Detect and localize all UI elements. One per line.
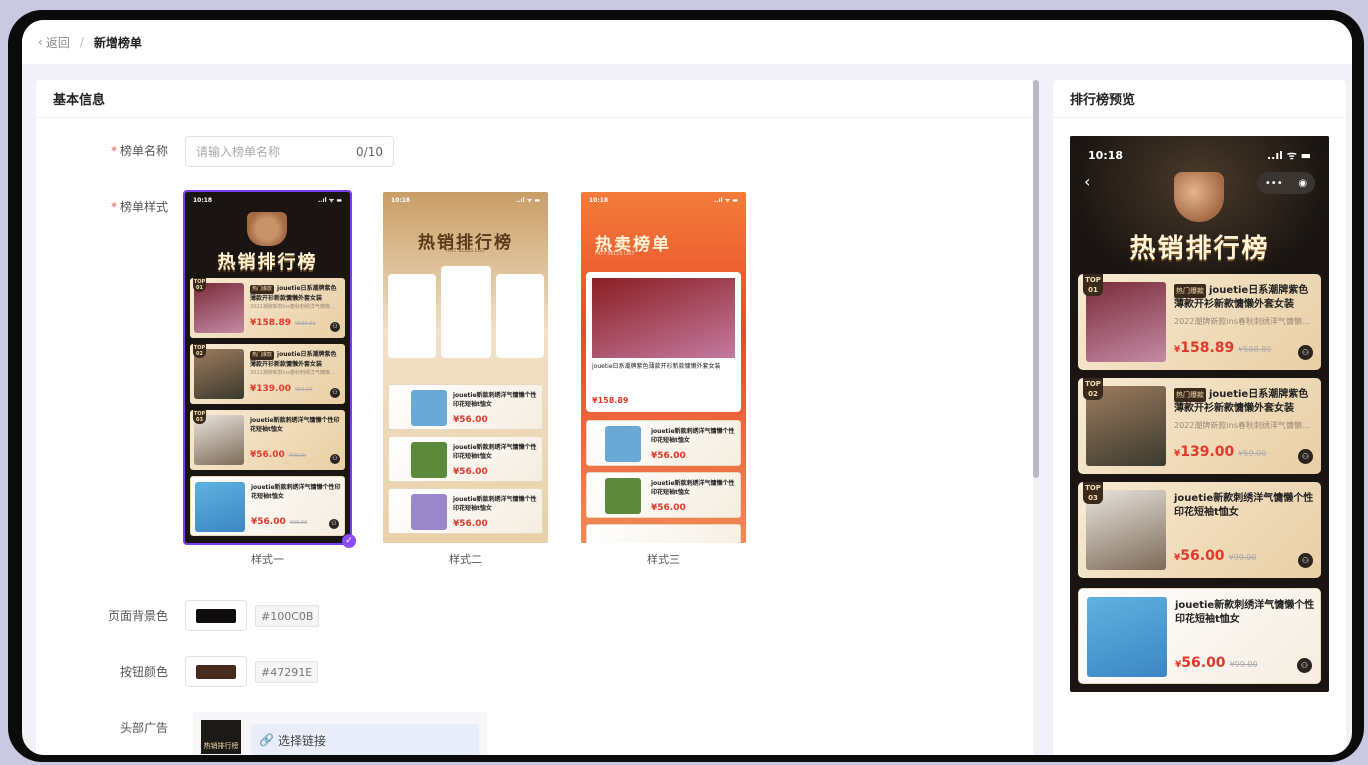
cart-icon[interactable]: ⚇ [1298,449,1313,464]
thumb-subtitle: HOT SELLS LIST [595,251,635,257]
more-icon: ••• [1264,177,1283,189]
rank-card-3[interactable]: TOP 03 jouetie新款刺绣洋气慵懒个性印花短袖t恤女 ¥56.00 ¥99.… [1078,482,1321,578]
button-color-picker[interactable] [185,656,247,687]
mini-card: jouetie新款刺绣洋气慵懒个性印花短袖t恤女 ¥56.00 ¥99.00 ⚇ [190,476,345,536]
bg-color-picker[interactable] [185,600,247,631]
mini-card: jouetie新款刺绣洋气慵懒个性印花短袖t恤女 ¥56.00 [586,420,741,466]
cart-icon[interactable]: ⚇ [1298,553,1313,568]
podium-card [388,274,436,358]
close-circle-icon: ◉ [1298,177,1308,189]
cart-icon[interactable]: ⚇ [1297,658,1312,673]
mini-card: TOP 01 热门爆款 jouetie日系潮牌紫色薄款开衫新款慵懒外套女装 2022潮… [190,278,345,338]
cart-icon[interactable]: ⚇ [1298,345,1313,360]
name-label: * 榜单名称 [110,144,168,158]
mini-card: TOP 02 热门爆款 jouetie日系潮牌紫色薄款开衫新款慵懒外套女装 2022潮… [190,344,345,404]
featured-card: jouetie日系潮牌紫色薄款开衫新款慵懒外套女装 ¥158.89 [586,272,741,412]
ad-image[interactable]: 热销排行榜 [201,720,241,754]
mini-card: jouetie新款刺绣洋气慵懒个性印花短袖t恤女 ¥56.00 [388,384,543,430]
status-bar: 10:18 ..ıl ᯤ ▬ [391,196,540,205]
status-bar: 10:18 ..ıl ᯤ ▬ [1088,149,1311,162]
rank-card-1[interactable]: TOP 01 热门爆款 jouetie日系潮牌紫色薄款开衫新款慵懒外套女装 2022潮… [1078,274,1321,370]
back-icon[interactable]: ‹ [1084,172,1090,191]
chevron-left-icon: ‹ [38,35,43,49]
selected-check-icon: ✓ [342,534,356,548]
style-option-1[interactable]: 10:18 ..ıl ᯤ ▬ 热销排行榜 TOP 01 热门爆款 jouetie日系潮… [183,190,352,545]
mini-card [586,524,741,543]
status-bar: 10:18 ..ıl ᯤ ▬ [589,196,738,205]
link-icon: 🔗 [259,733,274,747]
button-color-label: 按钮颜色 [119,665,168,679]
thumb-title: 热销排行榜 [217,252,318,273]
app-screen: ‹ 返回 / 新增榜单 基本信息 排行榜预览 * 榜单名称 请输入榜单名称 0/1… [22,20,1352,755]
name-counter: 0/10 [356,144,383,159]
ranking-preview: 10:18 ..ıl ᯤ ▬ ‹ ••• ◉ 热销排行榜 TOP 01 热门爆款 jou… [1070,136,1329,692]
bg-color-swatch [196,609,236,623]
style-caption-2: 样式二 [449,553,482,566]
mini-card: jouetie新款刺绣洋气慵懒个性印花短袖t恤女 ¥56.00 [388,488,543,534]
topbar: ‹ 返回 / 新增榜单 [22,20,1352,64]
header-ad-box: 热销排行榜 🔗 选择链接 [193,712,487,755]
capsule-menu[interactable]: ••• ◉ [1257,172,1315,194]
back-label: 返回 [45,35,70,50]
preview-title-text: 热销排行榜 [1129,234,1270,264]
mini-card: jouetie新款刺绣洋气慵懒个性印花短袖t恤女 ¥56.00 [586,472,741,518]
style-option-2[interactable]: 10:18 ..ıl ᯤ ▬ 热销排行榜 HOT SELLS LIST jouet… [383,192,548,543]
mini-card: jouetie新款刺绣洋气慵懒个性印花短袖t恤女 ¥56.00 [388,436,543,482]
button-color-swatch [196,665,236,679]
status-bar: 10:18 ..ıl ᯤ ▬ [193,196,342,205]
choose-link-button[interactable]: 🔗 选择链接 [251,724,479,755]
breadcrumb-current: 新增榜单 [93,35,142,50]
breadcrumb-separator: / [79,35,84,49]
style-caption-3: 样式三 [647,553,680,566]
thumb-subtitle: HOT SELLS LIST [445,248,486,254]
trophy-icon [247,212,287,246]
rank-card-2[interactable]: TOP 02 热门爆款 jouetie日系潮牌紫色薄款开衫新款慵懒外套女装 2022潮… [1078,378,1321,474]
mini-card: TOP 03 jouetie新款刺绣洋气慵懒个性印花短袖t恤女 ¥56.00 ¥99.… [190,410,345,470]
button-color-hex[interactable]: #47291E [255,661,319,683]
preview-title: 排行榜预览 [1053,80,1346,118]
style-option-3[interactable]: 10:18 ..ıl ᯤ ▬ 热卖榜单 HOT SELLS LIST joueti… [581,192,746,543]
required-mark: * [110,200,117,214]
header-ad-label: 头部广告 [119,721,168,735]
name-input[interactable]: 请输入榜单名称 0/10 [185,136,394,167]
style-label: * 榜单样式 [110,200,168,214]
style-caption-1: 样式一 [251,553,284,566]
bg-color-hex[interactable]: #100C0B [255,605,320,627]
required-mark: * [110,144,117,158]
trophy-icon [1174,172,1224,222]
scrollbar[interactable] [1033,80,1039,478]
name-placeholder: 请输入榜单名称 [196,145,281,159]
basic-info-title: 基本信息 [36,80,1033,118]
back-button[interactable]: ‹ 返回 [38,34,70,51]
podium-card [441,266,491,358]
rank-card-4[interactable]: jouetie新款刺绣洋气慵懒个性印花短袖t恤女 ¥56.00 ¥99.00 ⚇ [1078,588,1321,684]
podium-card [496,274,544,358]
bg-color-label: 页面背景色 [107,609,168,623]
